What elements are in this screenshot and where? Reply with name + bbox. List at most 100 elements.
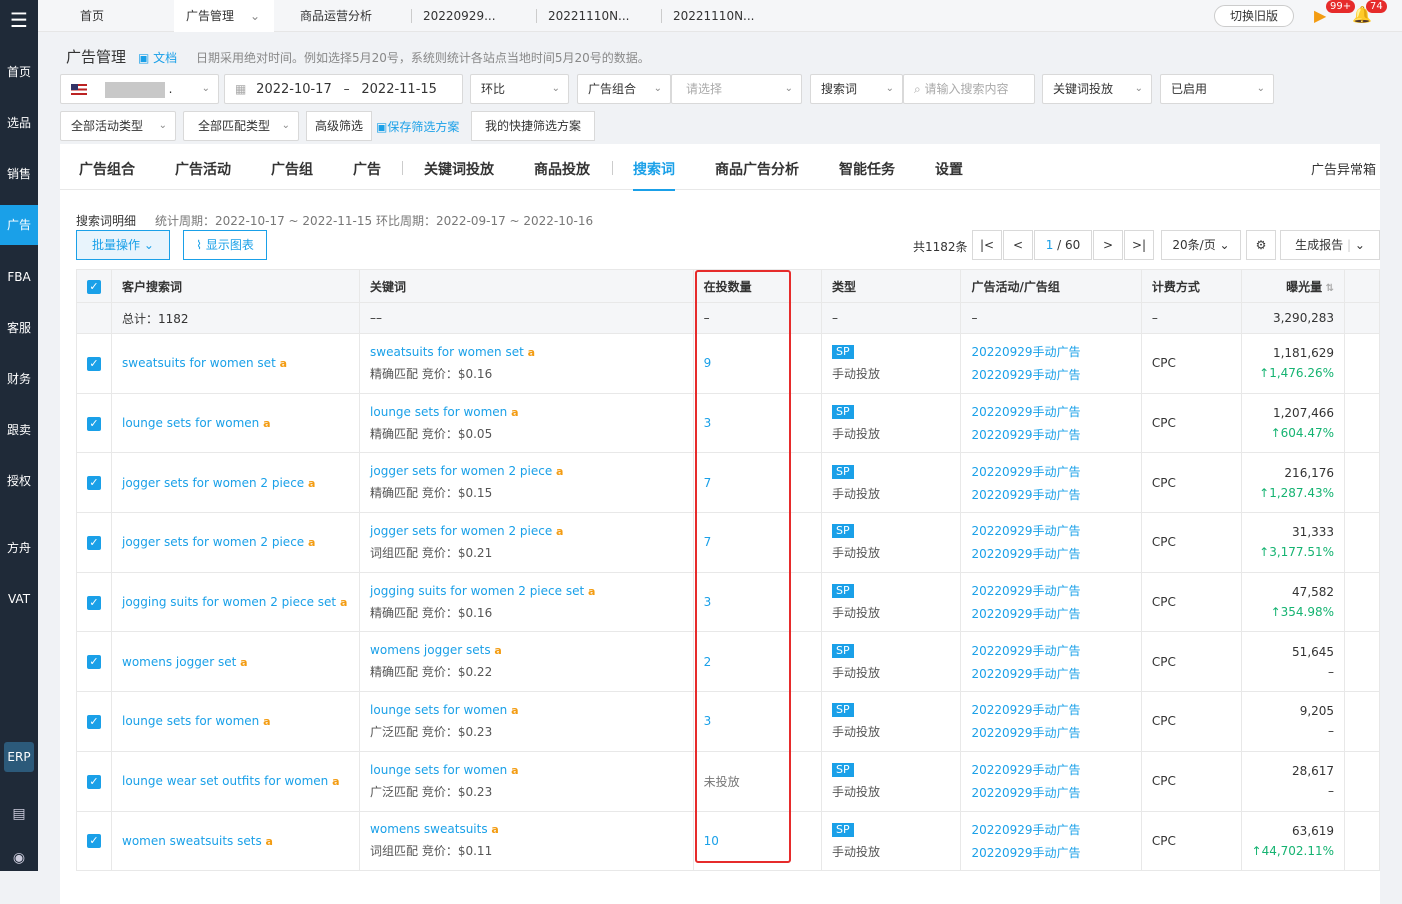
row-select-cell[interactable]: ✓ — [76, 571, 112, 633]
campaign-link[interactable]: 20220929手动广告 — [971, 821, 1130, 838]
search-input[interactable]: ⌕ 请输入搜索内容 — [903, 74, 1035, 104]
amazon-icon[interactable]: a — [491, 823, 498, 836]
ad-group-link[interactable]: 20220929手动广告 — [971, 724, 1130, 741]
row-select-cell[interactable]: ✓ — [76, 750, 112, 812]
col-billing[interactable]: 计费方式 — [1140, 269, 1242, 303]
tab-ad-group[interactable]: 广告组 — [271, 159, 313, 179]
tab-portfolio[interactable]: 广告组合 — [79, 159, 135, 179]
ad-anomaly-link[interactable]: 广告异常箱 — [1311, 159, 1376, 178]
select-all-cell[interactable]: ✓ — [76, 269, 112, 303]
campaign-link[interactable]: 20220929手动广告 — [971, 403, 1130, 420]
search-term-link[interactable]: womens jogger set — [122, 655, 236, 669]
tab-smart-task[interactable]: 智能任务 — [839, 159, 895, 179]
amazon-icon[interactable]: a — [340, 596, 347, 609]
show-chart-button[interactable]: ⌇ 显示图表 — [183, 230, 267, 260]
amazon-icon[interactable]: a — [263, 715, 270, 728]
campaign-link[interactable]: 20220929手动广告 — [971, 582, 1130, 599]
ad-group-link[interactable]: 20220929手动广告 — [971, 844, 1130, 861]
batch-operation-button[interactable]: 批量操作 ⌄ — [76, 230, 170, 260]
amazon-icon[interactable]: a — [494, 644, 501, 657]
activity-type-select[interactable]: 全部活动类型 ⌄ — [60, 111, 176, 141]
tab-home[interactable]: 首页 — [68, 0, 164, 32]
row-select-cell[interactable]: ✓ — [76, 452, 112, 514]
keyword-link[interactable]: jogger sets for women 2 piece — [370, 464, 552, 478]
compare-select[interactable]: 环比 ⌄ — [470, 74, 569, 104]
row-select-cell[interactable]: ✓ — [76, 810, 112, 872]
col-type[interactable]: 类型 — [821, 269, 962, 303]
row-select-cell[interactable]: ✓ — [76, 691, 112, 752]
sidebar-item-vat[interactable]: VAT — [0, 579, 38, 619]
row-checkbox[interactable]: ✓ — [87, 714, 101, 729]
keyword-link[interactable]: jogger sets for women 2 piece — [370, 524, 552, 538]
switch-version-button[interactable]: 切换旧版 — [1214, 5, 1294, 27]
search-type-select[interactable]: 搜索词 ⌄ — [810, 74, 903, 104]
ad-group-link[interactable]: 20220929手动广告 — [971, 426, 1130, 443]
col-impressions[interactable]: 曝光量 ⇅ — [1240, 269, 1346, 303]
prev-page-button[interactable]: < — [1003, 230, 1033, 260]
amazon-icon[interactable]: a — [308, 536, 315, 549]
ad-group-link[interactable]: 20220929手动广告 — [971, 545, 1130, 562]
campaign-link[interactable]: 20220929手动广告 — [971, 761, 1130, 778]
search-term-link[interactable]: jogging suits for women 2 piece set — [122, 595, 336, 609]
row-select-cell[interactable]: ✓ — [76, 512, 112, 573]
date-range-picker[interactable]: ▦ 2022-10-17 – 2022-11-15 — [224, 74, 463, 104]
amazon-icon[interactable]: a — [332, 775, 339, 788]
flag-icon[interactable]: ▶ — [1314, 6, 1326, 25]
current-page[interactable]: 1 — [1046, 238, 1054, 252]
sidebar-item-home[interactable]: 首页 — [0, 52, 38, 92]
tab-search-term[interactable]: 搜索词 — [633, 159, 675, 191]
ad-group-link[interactable]: 20220929手动广告 — [971, 784, 1130, 801]
amazon-icon[interactable]: a — [556, 465, 563, 478]
sidebar-item-follow[interactable]: 跟卖 — [0, 410, 38, 450]
sidebar-item-fba[interactable]: FBA — [0, 257, 38, 297]
keyword-link[interactable]: womens jogger sets — [370, 643, 491, 657]
erp-button[interactable]: ERP — [4, 742, 34, 772]
next-page-button[interactable]: > — [1093, 230, 1123, 260]
tab-product-ad-analysis[interactable]: 商品广告分析 — [715, 159, 799, 179]
keyword-link[interactable]: womens sweatsuits — [370, 822, 488, 836]
keyword-link[interactable]: sweatsuits for women set — [370, 345, 524, 359]
tab-ad-management[interactable]: 广告管理 ⌄ — [174, 0, 274, 32]
row-select-cell[interactable]: ✓ — [76, 631, 112, 693]
first-page-button[interactable]: |< — [972, 230, 1002, 260]
row-select-cell[interactable]: ✓ — [76, 392, 112, 454]
ad-group-select[interactable]: 广告组合 ⌄ — [577, 74, 671, 104]
sidebar-item-finance[interactable]: 财务 — [0, 359, 38, 399]
sidebar-item-auth[interactable]: 授权 — [0, 461, 38, 501]
row-checkbox[interactable]: ✓ — [87, 356, 101, 371]
sidebar-item-product[interactable]: 选品 — [0, 103, 38, 143]
search-term-link[interactable]: sweatsuits for women set — [122, 356, 276, 370]
sidebar-item-ark[interactable]: 方舟 — [0, 528, 38, 568]
amazon-icon[interactable]: a — [556, 525, 563, 538]
tab-settings[interactable]: 设置 — [935, 159, 963, 179]
col-search-term[interactable]: 客户搜索词 — [110, 269, 361, 303]
tab-product-targeting[interactable]: 商品投放 — [534, 159, 590, 179]
search-term-link[interactable]: jogger sets for women 2 piece — [122, 535, 304, 549]
row-checkbox[interactable]: ✓ — [87, 595, 101, 610]
row-checkbox[interactable]: ✓ — [87, 834, 101, 849]
tab-campaign-1[interactable]: 20220929... — [411, 0, 535, 32]
row-select-cell[interactable]: ✓ — [76, 333, 112, 394]
search-term-link[interactable]: jogger sets for women 2 piece — [122, 476, 304, 490]
tab-campaign[interactable]: 广告活动 — [175, 159, 231, 179]
page-size-select[interactable]: 20条/页 ⌄ — [1161, 230, 1241, 260]
amazon-icon[interactable]: a — [240, 656, 247, 669]
save-scheme-button[interactable]: ▣保存筛选方案 — [376, 118, 459, 135]
match-type-select[interactable]: 全部匹配类型 ⌄ — [183, 111, 299, 141]
sort-icon[interactable]: ⇅ — [1322, 283, 1334, 294]
gear-icon[interactable]: ⚙ — [1246, 230, 1276, 260]
row-checkbox[interactable]: ✓ — [87, 655, 101, 670]
tab-campaign-2[interactable]: 20221110N... — [536, 0, 660, 32]
my-scheme-button[interactable]: 我的快捷筛选方案 — [471, 111, 595, 141]
keyword-link[interactable]: lounge sets for women — [370, 405, 507, 419]
select-all-checkbox[interactable]: ✓ — [87, 279, 101, 294]
ad-group-link[interactable]: 20220929手动广告 — [971, 605, 1130, 622]
ad-group-value-select[interactable]: 请选择 ⌄ — [671, 74, 802, 104]
amazon-icon[interactable]: a — [511, 704, 518, 717]
sidebar-item-sales[interactable]: 销售 — [0, 154, 38, 194]
search-term-link[interactable]: lounge wear set outfits for women — [122, 774, 328, 788]
campaign-link[interactable]: 20220929手动广告 — [971, 642, 1130, 659]
amazon-icon[interactable]: a — [511, 406, 518, 419]
keyword-link[interactable]: jogging suits for women 2 piece set — [370, 584, 584, 598]
amazon-icon[interactable]: a — [308, 477, 315, 490]
